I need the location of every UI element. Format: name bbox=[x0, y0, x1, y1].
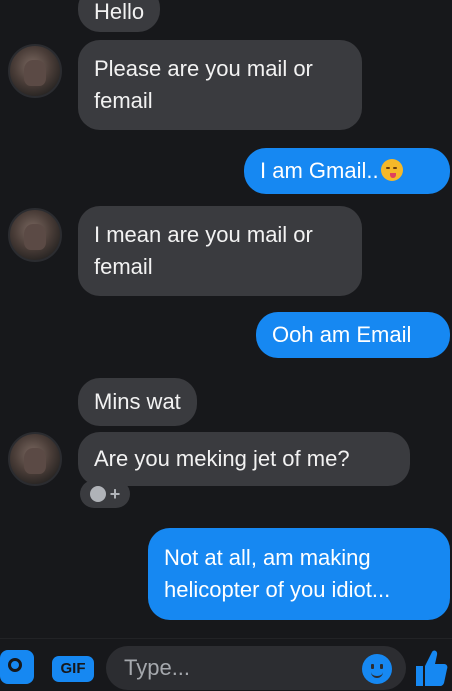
emoji-icon[interactable] bbox=[362, 654, 392, 684]
message-text: I am Gmail.. bbox=[260, 158, 379, 183]
smirk-emoji-icon bbox=[380, 159, 403, 181]
message-bubble-outgoing[interactable]: Not at all, am making helicopter of you … bbox=[148, 528, 450, 620]
gif-button[interactable]: GIF bbox=[52, 656, 94, 682]
message-text: Are you meking jet of me? bbox=[94, 446, 350, 471]
message-text: Please are you mail or femail bbox=[94, 56, 313, 113]
contact-avatar[interactable] bbox=[8, 432, 62, 486]
plus-icon: + bbox=[109, 484, 121, 504]
message-text: Not at all, am making helicopter of you … bbox=[164, 545, 391, 602]
message-input-placeholder: Type... bbox=[124, 655, 191, 680]
reaction-face-icon bbox=[89, 486, 106, 502]
message-input[interactable]: Type... bbox=[106, 646, 406, 690]
message-text: I mean are you mail or femail bbox=[94, 222, 313, 279]
gif-label: GIF bbox=[60, 660, 86, 677]
add-reaction-icon[interactable]: + bbox=[80, 480, 130, 508]
message-text: Ooh am Email bbox=[272, 322, 412, 347]
message-text: Hello bbox=[94, 0, 145, 24]
message-text: Mins wat bbox=[94, 389, 181, 414]
message-bubble-outgoing[interactable]: I am Gmail.. bbox=[244, 148, 450, 194]
message-bubble-incoming[interactable]: Please are you mail or femail bbox=[78, 40, 362, 130]
contact-avatar[interactable] bbox=[8, 208, 62, 262]
camera-icon[interactable] bbox=[0, 650, 34, 684]
contact-avatar[interactable] bbox=[8, 44, 62, 98]
message-bubble-incoming[interactable]: Hello bbox=[78, 0, 161, 32]
message-bubble-incoming[interactable]: Are you meking jet of me? bbox=[78, 432, 410, 486]
message-bubble-outgoing[interactable]: Ooh am Email bbox=[256, 312, 450, 358]
message-bubble-incoming[interactable]: Mins wat bbox=[78, 378, 197, 426]
thumbs-up-icon[interactable] bbox=[412, 648, 448, 688]
message-bubble-incoming[interactable]: I mean are you mail or femail bbox=[78, 206, 362, 296]
